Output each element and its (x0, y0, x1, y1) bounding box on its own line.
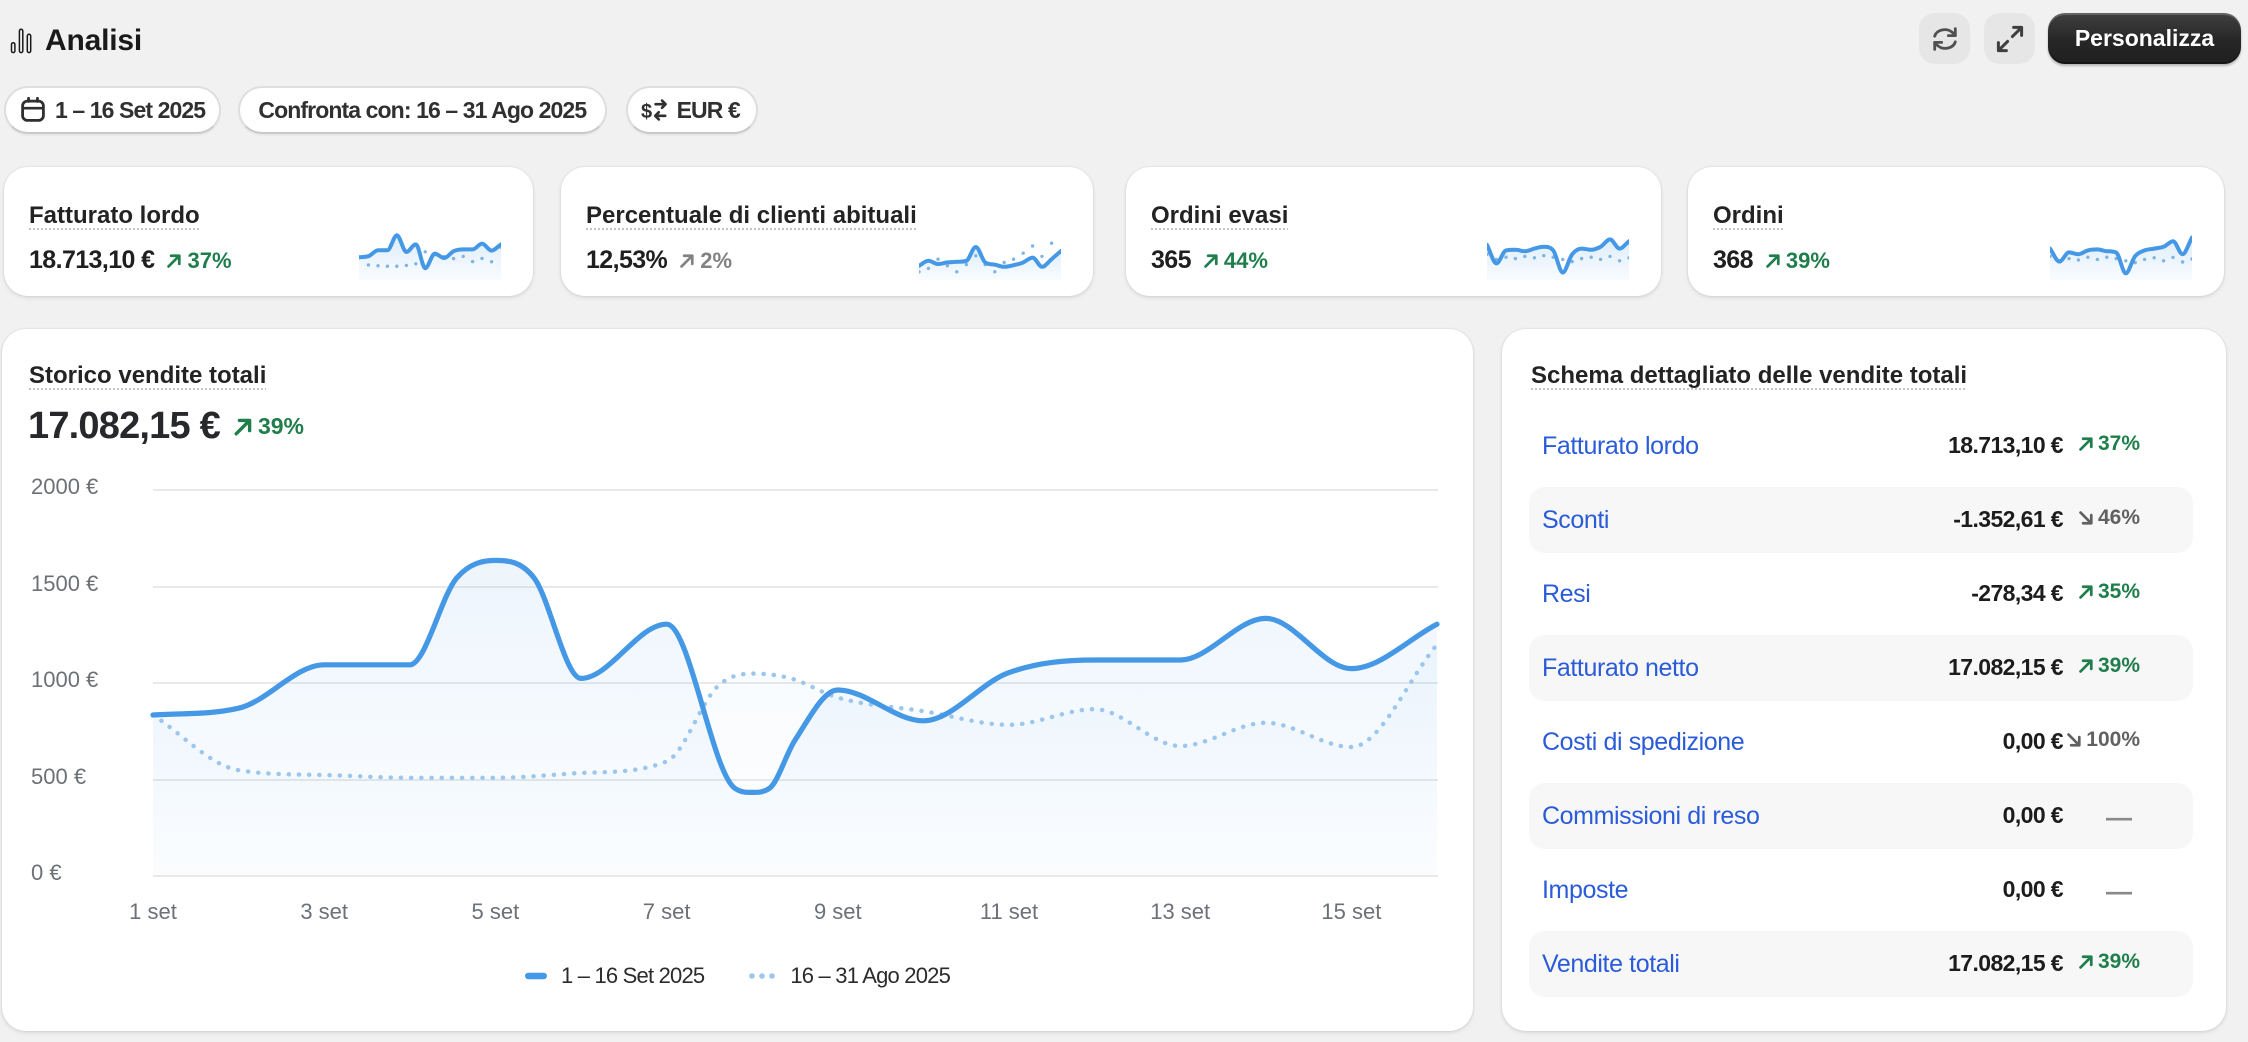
svg-text:$: $ (641, 101, 652, 123)
